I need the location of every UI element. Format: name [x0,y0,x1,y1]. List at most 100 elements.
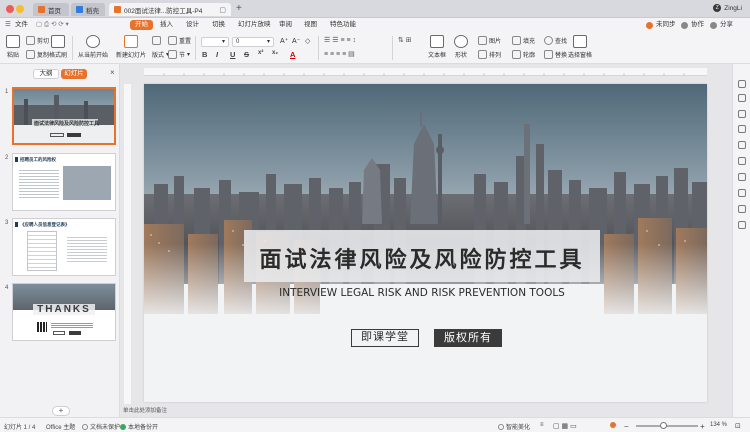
clear-format-icon[interactable]: ◇ [305,37,310,45]
menu-view[interactable]: 视图 [304,20,317,30]
select-pane-button[interactable]: 选择窗格 [568,35,592,59]
zoom-slider-handle[interactable] [660,422,668,429]
user-account[interactable]: Z ZingLi [713,4,742,12]
replace-button[interactable]: 替换 [544,50,567,59]
font-size-select[interactable]: 0 ▾ [232,37,274,47]
tab-outline[interactable]: 大纲 [33,69,59,79]
decrease-font-icon[interactable]: A⁻ [292,37,300,45]
underline-button[interactable]: U [230,50,235,59]
slide-title[interactable]: 面试法律风险及风险防控工具 [244,242,600,274]
right-toolbar [732,64,750,417]
share-button[interactable]: 分享 [710,20,733,30]
horizontal-ruler[interactable] [144,68,707,76]
font-name-select[interactable]: ▾ [201,37,229,47]
close-icon[interactable]: × [110,68,115,77]
menu-design[interactable]: 设计 [186,20,199,30]
outline-button[interactable]: 轮廓 [512,50,535,59]
layout-icon [152,36,161,45]
copy-button[interactable]: 复制 [26,50,49,59]
layout-dropdown[interactable]: 版式 ▾ [152,50,169,59]
tab-close-icon[interactable]: ▢ [219,6,226,14]
notes-placeholder[interactable]: 单击此处添加备注 [123,406,167,414]
menu-insert[interactable]: 插入 [160,20,173,30]
italic-button[interactable]: I [216,50,218,59]
smart-beautify-button[interactable]: 智能美化 [498,422,530,431]
image-button[interactable]: 图片 [478,36,501,45]
play-button[interactable] [610,422,616,428]
find-button[interactable]: 查找 [544,36,567,45]
fit-window-icon[interactable]: ⊡ [735,422,741,430]
slide-thumbnail-2[interactable]: 招聘员工的风险权 [12,153,116,211]
style-icon[interactable] [738,157,746,165]
slide-thumbnail-1[interactable]: 面试法律风险及风险防控工具 [12,87,116,145]
text-box-icon [430,35,444,48]
zoom-level[interactable]: 134 % [710,422,727,428]
menu-transition[interactable]: 切换 [212,20,225,30]
menu-special[interactable]: 特色功能 [330,20,356,30]
text-box-button[interactable]: 文本框 [428,35,446,59]
new-tab-button[interactable]: + [236,3,242,14]
settings-icon[interactable] [738,189,746,197]
slide-button-left[interactable]: 即课学堂 [351,329,419,347]
new-slide-button[interactable]: 新建幻灯片 [116,35,146,59]
slide-thumbnail-4[interactable]: THANKS [12,283,116,341]
paragraph-tools-row1[interactable]: ☰ ☰ ≡ ≡ ↕ [324,36,356,44]
font-color-button[interactable]: A [290,50,295,59]
section-button[interactable]: 节 ▾ [168,50,190,59]
subscript-button[interactable]: x₂ [272,50,278,56]
slide-subtitle[interactable]: INTERVIEW LEGAL RISK AND RISK PREVENTION… [234,287,610,299]
notes-toggle[interactable]: ≡ [540,422,544,428]
arrange-button[interactable]: 排列 [478,50,501,59]
slide-thumbnail-3[interactable]: 《应聘人员信息登记表》 [12,218,116,276]
reset-label: 重置 [179,39,192,45]
collab-button[interactable]: 协作 [681,20,704,30]
history-icon[interactable] [738,205,746,213]
shape-button[interactable]: 形状 [454,35,468,59]
menu-start[interactable]: 开始 [130,20,153,30]
pen-icon[interactable] [738,110,746,118]
reset-button[interactable]: 重置 [168,36,191,45]
add-slide-button[interactable]: + [52,406,70,416]
tab-document[interactable]: 002面试法律...防控工具-P4 ▢ [109,3,231,16]
expand-icon[interactable] [738,80,746,88]
menu-slideshow[interactable]: 幻灯片放映 [238,20,271,30]
increase-font-icon[interactable]: A⁺ [280,37,288,45]
theme-icon[interactable] [738,173,746,181]
cut-button[interactable]: 剪切 [26,36,49,45]
layout-button[interactable] [152,36,161,45]
animation-icon[interactable] [738,141,746,149]
slide-canvas[interactable]: 面试法律风险及风险防控工具 INTERVIEW LEGAL RISK AND R… [144,84,707,402]
fill-button[interactable]: 填充 [512,36,535,45]
shape-icon[interactable] [738,125,746,133]
tab-docer[interactable]: 稻壳 [71,3,105,16]
superscript-button[interactable]: x² [258,50,263,56]
menu-quick-tools[interactable]: ▢ ⎙ ⟲ ⟳ ▾ [36,20,69,30]
tab-slides[interactable]: 幻灯片 [61,69,87,79]
paste-button[interactable]: 粘贴 [6,35,20,59]
zoom-out-button[interactable]: − [624,422,629,431]
zoom-in-button[interactable]: + [700,422,705,431]
slide-button-right[interactable]: 版权所有 [434,329,502,347]
paragraph-tools-row2[interactable]: ≡ ≡ ≡ ≡ ▤ [324,50,355,58]
strikethrough-button[interactable]: S [244,50,249,59]
local-backup[interactable]: 本地备份开 [120,422,158,431]
thumbnail-text-block [51,322,93,328]
view-icons[interactable]: ▢ ▦ ▭ [553,422,577,430]
object-icon[interactable] [738,94,746,102]
close-window-button[interactable] [6,5,14,13]
minimize-window-button[interactable] [16,5,24,13]
doc-protection[interactable]: 文档未保护 [82,422,120,431]
thumbnail-btn-right [67,133,81,137]
bold-button[interactable]: B [202,50,207,59]
play-from-current-button[interactable]: 从当前开始 [78,35,108,59]
tab-home[interactable]: 首页 [33,3,69,16]
format-painter-button[interactable]: 格式刷 [49,35,67,59]
hamburger-icon[interactable]: ☰ [5,20,11,30]
help-icon[interactable] [738,221,746,229]
vertical-ruler[interactable] [124,84,131,404]
sync-status[interactable]: 未同步 [646,20,676,30]
text-direction-icons[interactable]: ⇅ ⊞ [398,36,412,44]
menu-review[interactable]: 审阅 [279,20,292,30]
theme-name[interactable]: Office 主题 [46,422,75,431]
menu-file[interactable]: 文件 [15,20,28,30]
